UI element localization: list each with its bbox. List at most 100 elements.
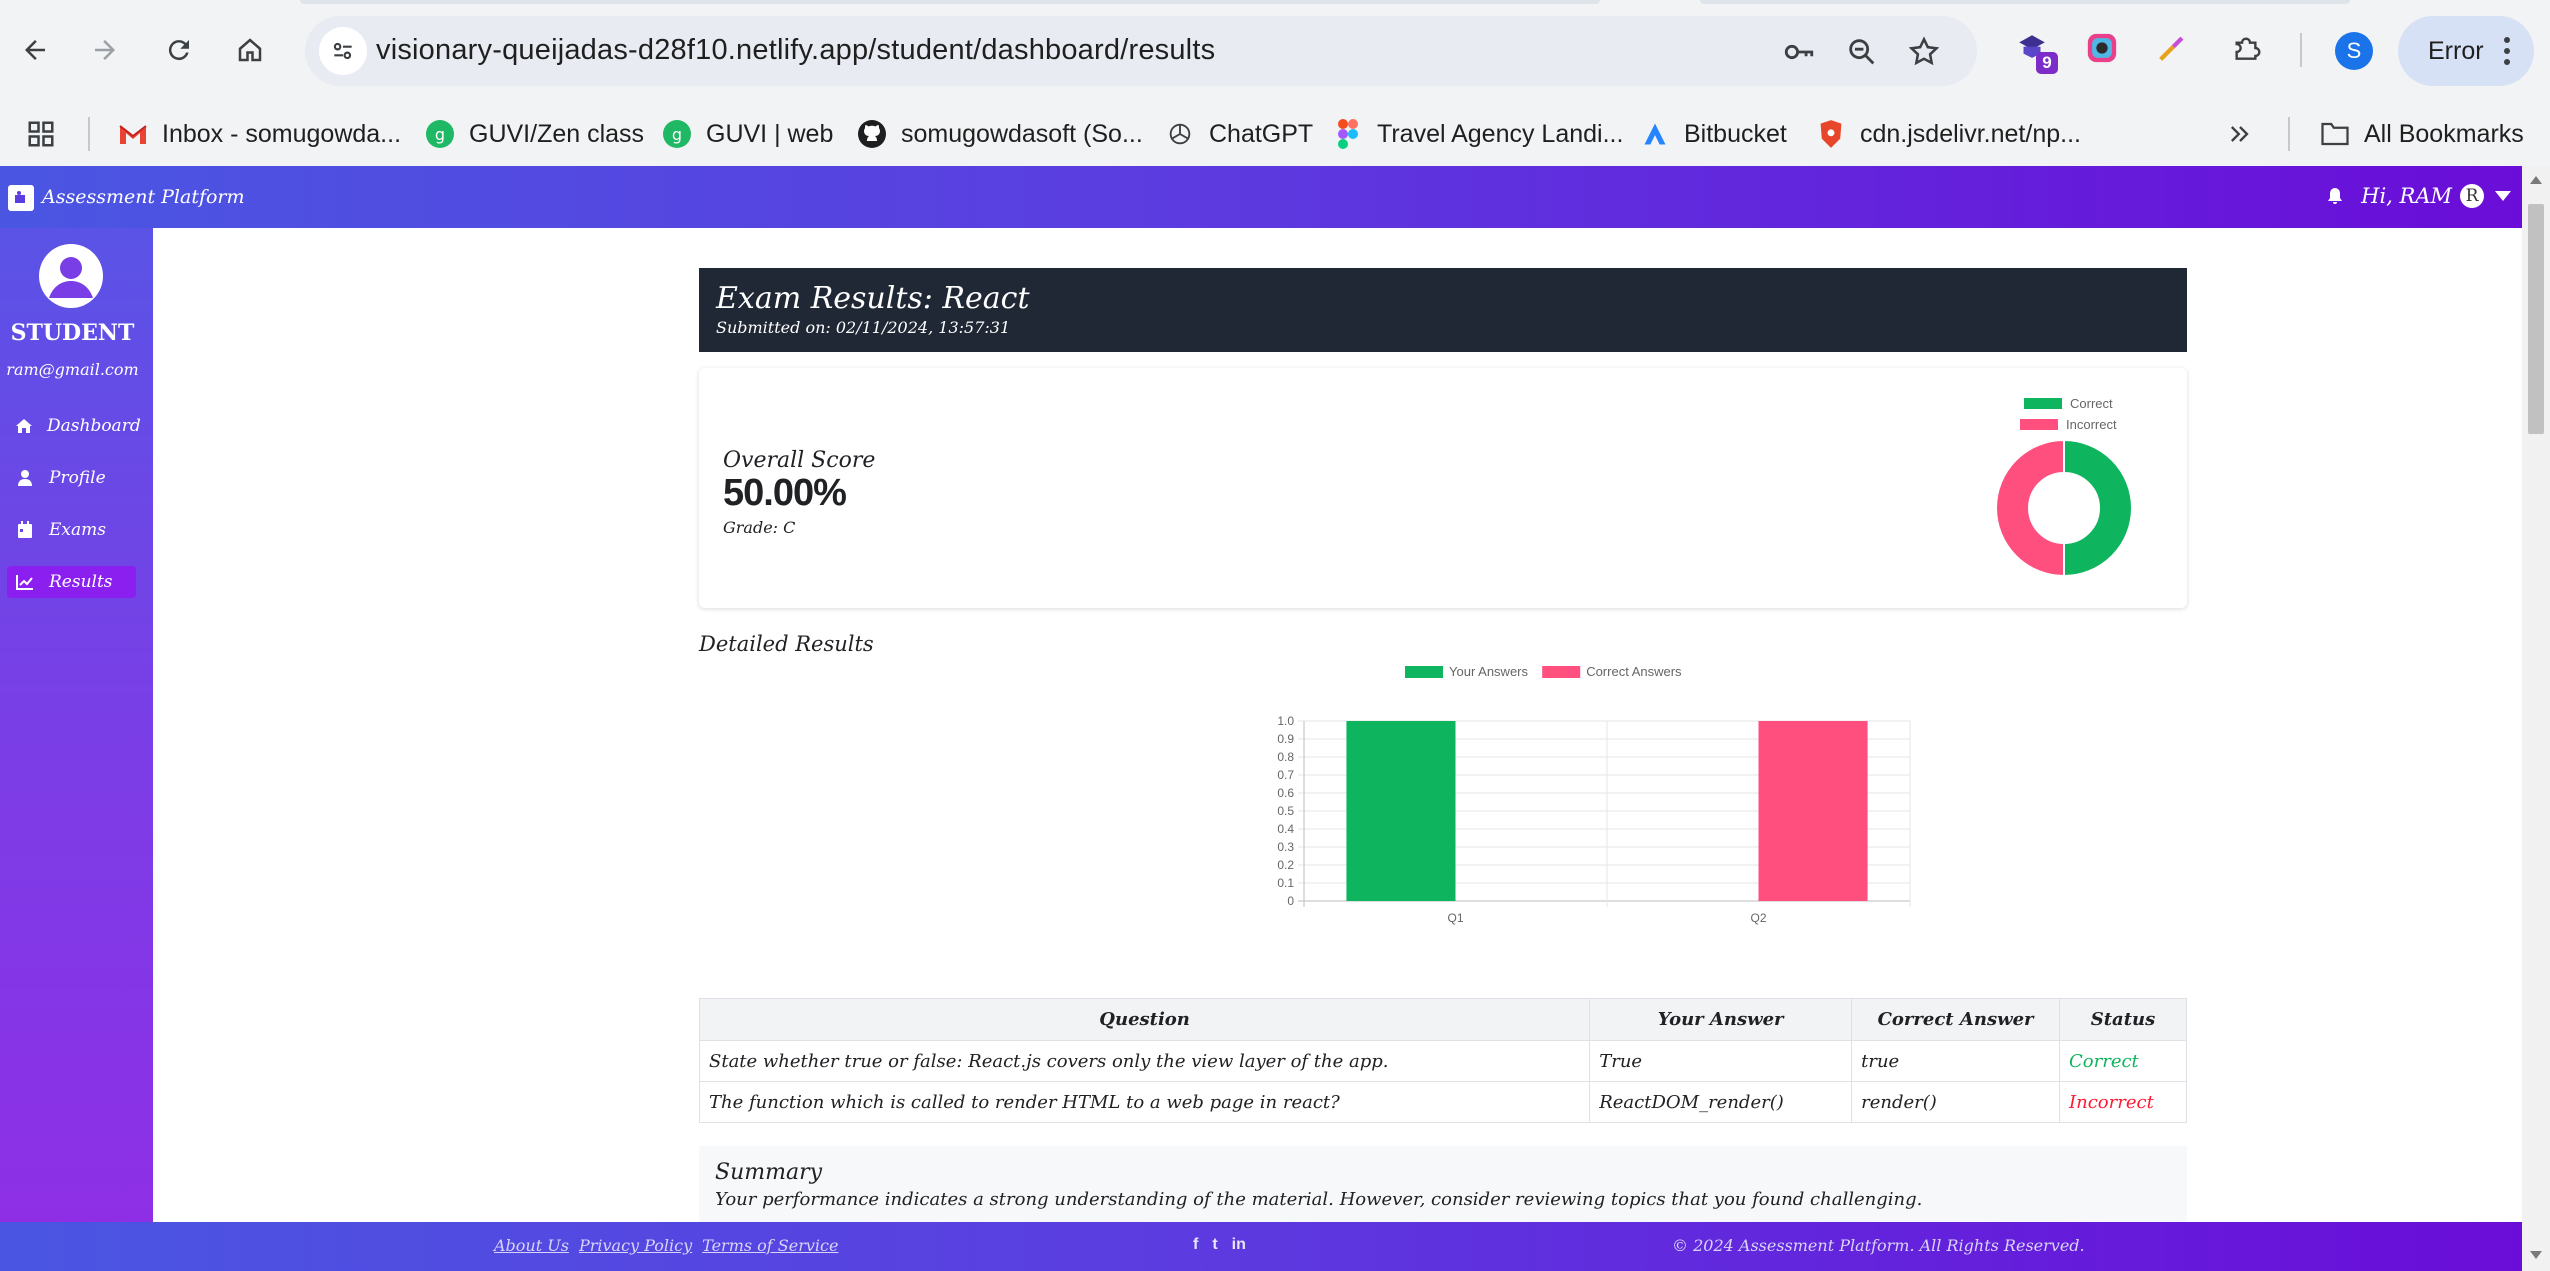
bookmark-label: Inbox - somugowda... (162, 119, 402, 148)
y-tick-label: 0 (1287, 894, 1294, 908)
question-cell: The function which is called to render H… (698, 1081, 1591, 1123)
y-tick-label: 0.7 (1277, 768, 1294, 782)
main-content: Exam Results: React Submitted on: 02/11/… (153, 228, 2522, 1222)
app-logo-icon[interactable] (8, 185, 34, 211)
guvi-icon: g (662, 119, 692, 149)
scrollbar-thumb[interactable] (2528, 204, 2544, 434)
reload-icon[interactable] (157, 28, 201, 72)
profile-avatar[interactable]: S (2335, 32, 2373, 70)
terms-of-service-link[interactable]: Terms of Service (702, 1236, 838, 1255)
zoom-icon[interactable] (1845, 35, 1879, 69)
bookmark-item[interactable]: somugowdasoft (So... (857, 112, 1143, 156)
user-menu[interactable]: Hi, RAM R (2327, 184, 2512, 208)
extension-icon[interactable]: 9 (2012, 28, 2058, 74)
score-grade: Grade: C (723, 518, 796, 537)
bookmarks-divider (88, 117, 90, 151)
y-tick-label: 0.6 (1277, 786, 1294, 800)
bar-q1-your-answer[interactable] (1346, 721, 1456, 901)
donut-slice-incorrect[interactable] (1995, 438, 2065, 578)
y-tick-label: 0.1 (1277, 876, 1294, 890)
scroll-up-arrow-icon[interactable] (2530, 176, 2542, 184)
legend-item-correct[interactable]: Correct (2024, 396, 2113, 411)
address-bar[interactable]: visionary-queijadas-d28f10.netlify.app/s… (305, 16, 1977, 86)
caret-down-icon[interactable] (2494, 190, 2512, 202)
toolbar-divider (2300, 33, 2302, 67)
more-bookmarks-chevron-icon[interactable] (2226, 112, 2254, 156)
apps-grid-icon[interactable] (26, 112, 56, 156)
status-cell: Correct (2059, 1040, 2187, 1082)
chart-line-icon (15, 572, 35, 592)
password-key-icon[interactable] (1782, 35, 1816, 69)
bookmarks-bar: Inbox - somugowda... g GUVI/Zen class g … (0, 102, 2550, 166)
about-us-link[interactable]: About Us (494, 1236, 569, 1255)
menu-dots-icon[interactable] (2504, 36, 2510, 66)
user-icon (15, 468, 35, 488)
column-header: Status (2059, 998, 2187, 1041)
linkedin-icon[interactable]: in (1232, 1236, 1246, 1254)
exam-title: Exam Results: React (716, 281, 1030, 316)
sidebar-item-dashboard[interactable]: Dashboard (7, 410, 141, 442)
submitted-date: Submitted on: 02/11/2024, 13:57:31 (716, 318, 1011, 337)
score-card: Overall Score 50.00% Grade: C Correct In… (699, 368, 2187, 608)
bell-icon[interactable] (2327, 187, 2343, 205)
legend-label: Correct (2070, 396, 2113, 411)
extensions-puzzle-icon[interactable] (2226, 28, 2266, 68)
your-answer-cell: ReactDOM_render() (1589, 1081, 1853, 1123)
url-text[interactable]: visionary-queijadas-d28f10.netlify.app/s… (376, 34, 1215, 67)
facebook-icon[interactable]: f (1193, 1236, 1198, 1254)
column-header: Correct Answer (1851, 998, 2060, 1041)
sidebar-item-profile[interactable]: Profile (7, 462, 136, 494)
all-bookmarks-folder[interactable]: All Bookmarks (2320, 112, 2524, 156)
all-bookmarks-label: All Bookmarks (2364, 119, 2524, 148)
color-picker-extension-icon[interactable] (2082, 28, 2122, 68)
bookmark-item[interactable]: g GUVI | web (662, 112, 833, 156)
y-tick-label: 0.9 (1277, 732, 1294, 746)
svg-text:g: g (672, 125, 682, 144)
footer-links: About Us Privacy Policy Terms of Service (494, 1236, 838, 1255)
user-avatar-icon (39, 244, 103, 308)
eyedropper-extension-icon[interactable] (2152, 28, 2192, 68)
y-tick-label: 0.5 (1277, 804, 1294, 818)
tab-strip (1700, 0, 2350, 4)
home-icon[interactable] (228, 28, 272, 72)
bookmark-item[interactable]: Inbox - somugowda... (118, 112, 401, 156)
bookmark-item[interactable]: ChatGPT (1165, 112, 1313, 156)
bookmark-item[interactable]: cdn.jsdelivr.net/np... (1816, 112, 2081, 156)
sidebar-item-exams[interactable]: Exams (7, 514, 136, 546)
detailed-results-title: Detailed Results (699, 632, 874, 656)
user-avatar[interactable]: R (2460, 184, 2484, 208)
profile-error-button[interactable]: Error (2398, 16, 2534, 86)
bookmark-item[interactable]: Travel Agency Landi... (1333, 112, 1623, 156)
summary-title: Summary (715, 1160, 823, 1185)
user-email: ram@gmail.com (6, 360, 139, 379)
twitter-icon[interactable]: t (1212, 1236, 1217, 1254)
legend-label: Your Answers (1449, 664, 1529, 679)
donut-slice-correct[interactable] (2063, 438, 2133, 578)
y-tick-label: 0.3 (1277, 840, 1294, 854)
legend-item-incorrect[interactable]: Incorrect (2020, 417, 2117, 432)
back-icon[interactable] (13, 28, 57, 72)
github-icon (857, 119, 887, 149)
y-tick-label: 1.0 (1277, 714, 1294, 728)
bar-q2-correct-answer[interactable] (1758, 721, 1868, 901)
user-role: STUDENT (10, 320, 135, 346)
legend-item[interactable]: Correct Answers (1542, 664, 1682, 679)
bookmark-item[interactable]: g GUVI/Zen class (425, 112, 644, 156)
app-header: Assessment Platform Hi, RAM R (0, 166, 2522, 228)
bookmark-item[interactable]: Bitbucket (1640, 112, 1787, 156)
summary-text: Your performance indicates a strong unde… (715, 1189, 1923, 1210)
page-scrollbar[interactable] (2522, 166, 2550, 1271)
error-label: Error (2428, 36, 2484, 65)
legend-item[interactable]: Your Answers (1405, 664, 1529, 679)
app-name[interactable]: Assessment Platform (42, 186, 245, 208)
social-links: f t in (1193, 1236, 1246, 1254)
forward-icon[interactable] (83, 28, 127, 72)
greeting-text: Hi, RAM (2361, 184, 2452, 208)
scroll-down-arrow-icon[interactable] (2530, 1251, 2542, 1259)
privacy-policy-link[interactable]: Privacy Policy (579, 1236, 692, 1255)
sidebar-item-results[interactable]: Results (7, 566, 136, 598)
tab-strip (300, 0, 1600, 4)
gmail-icon (118, 119, 148, 149)
site-info-icon[interactable] (319, 27, 367, 75)
bookmark-star-icon[interactable] (1907, 35, 1941, 69)
